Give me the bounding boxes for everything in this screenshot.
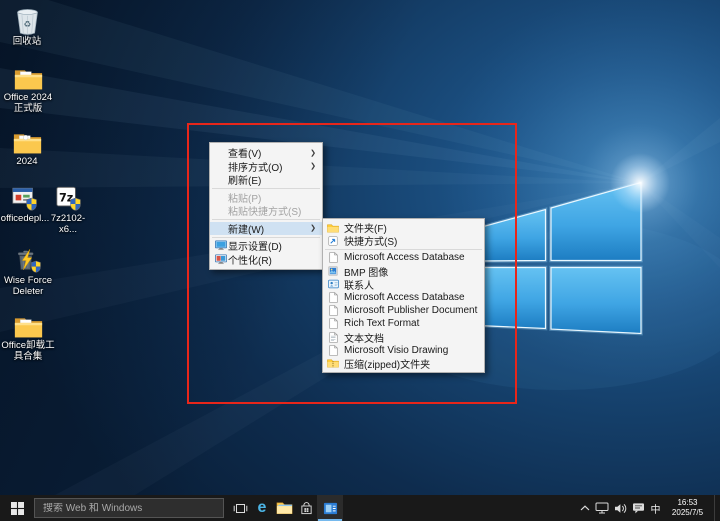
- submenu-item-shortcut[interactable]: 快捷方式(S): [323, 234, 484, 247]
- message-bubble-icon: [632, 502, 645, 514]
- task-view-button[interactable]: [229, 495, 251, 521]
- file-explorer-icon: [276, 501, 293, 515]
- new-submenu: 文件夹(F) 快捷方式(S) Microsoft Access Database…: [322, 218, 485, 373]
- image-icon: [327, 265, 339, 277]
- clock-date: 2025/7/5: [672, 508, 703, 518]
- task-view-icon: [233, 502, 248, 515]
- menu-item-view[interactable]: 查看(V) ❯: [210, 146, 322, 160]
- desktop-icon-officedeployment[interactable]: officedepl...: [1, 183, 49, 225]
- file-explorer-button[interactable]: [273, 495, 295, 521]
- system-tray: 中 16:53 2025/7/5: [577, 495, 720, 521]
- start-button[interactable]: [0, 495, 34, 521]
- submenu-item-contact[interactable]: 联系人: [323, 278, 484, 291]
- speaker-icon: [614, 503, 627, 514]
- edge-icon: e: [258, 500, 267, 516]
- hidden-icons-button[interactable]: [577, 495, 593, 521]
- submenu-item-access-database[interactable]: Microsoft Access Database: [323, 251, 484, 264]
- desktop-icon-2024-folder[interactable]: 2024: [3, 126, 51, 168]
- submenu-item-text-document[interactable]: 文本文档: [323, 331, 484, 344]
- network-button[interactable]: [593, 495, 611, 521]
- menu-item-new[interactable]: 新建(W) ❯: [210, 222, 322, 236]
- store-icon: [300, 502, 313, 515]
- svg-text:♻: ♻: [23, 19, 31, 29]
- menu-item-paste-shortcut[interactable]: 粘贴快捷方式(S): [210, 204, 322, 218]
- submenu-arrow-icon: ❯: [306, 149, 316, 157]
- windows-desktop-screen: ♻ 回收站 Office 2024 正式版 2024 officedepl..: [0, 0, 720, 521]
- submenu-item-zipped-folder[interactable]: 压缩(zipped)文件夹: [323, 357, 484, 370]
- edge-browser-button[interactable]: e: [251, 495, 273, 521]
- installer-app-icon: [11, 183, 39, 212]
- menu-separator: [325, 249, 482, 250]
- taskbar-search-box: [34, 498, 224, 518]
- personalize-icon: [215, 253, 228, 265]
- submenu-item-bmp-image[interactable]: BMP 图像: [323, 265, 484, 278]
- taskbar-clock[interactable]: 16:53 2025/7/5: [664, 495, 711, 521]
- submenu-item-publisher-document[interactable]: Microsoft Publisher Document: [323, 304, 484, 317]
- recycle-bin-icon: ♻: [16, 6, 39, 35]
- desktop-icon-recycle-bin[interactable]: ♻ 回收站: [3, 6, 51, 48]
- zip-folder-icon: [327, 357, 339, 369]
- menu-item-refresh[interactable]: 刷新(E): [210, 173, 322, 187]
- menu-item-sort-by[interactable]: 排序方式(O) ❯: [210, 160, 322, 174]
- submenu-item-rich-text-format[interactable]: Rich Text Format: [323, 317, 484, 330]
- document-icon: [327, 305, 339, 317]
- active-app-button[interactable]: [317, 495, 343, 521]
- ime-indicator[interactable]: 中: [647, 495, 664, 521]
- trash-app-icon: [14, 245, 42, 274]
- desktop-icon-7zip-installer[interactable]: 7z 7z2102-x6...: [45, 183, 91, 236]
- active-app-icon: [323, 501, 338, 516]
- clock-time: 16:53: [677, 498, 697, 508]
- contact-icon: [327, 278, 339, 290]
- menu-item-personalize[interactable]: 个性化(R): [210, 253, 322, 267]
- submenu-item-access-database-2[interactable]: Microsoft Access Database: [323, 291, 484, 304]
- desktop-icon-office-2024-folder[interactable]: Office 2024 正式版: [0, 62, 56, 115]
- search-input[interactable]: [35, 503, 223, 514]
- notification-button[interactable]: [629, 495, 647, 521]
- desktop-icon-wise-force-deleter[interactable]: Wise Force Deleter: [0, 245, 56, 298]
- shortcut-icon: [327, 235, 339, 247]
- network-icon: [595, 502, 609, 514]
- text-document-icon: [327, 331, 339, 343]
- display-settings-icon: [215, 240, 228, 252]
- menu-item-display-settings[interactable]: 显示设置(D): [210, 239, 322, 253]
- taskbar: e: [0, 495, 720, 521]
- document-icon: [327, 292, 339, 304]
- menu-item-paste[interactable]: 粘贴(P): [210, 191, 322, 205]
- folder-icon: [14, 62, 43, 91]
- 7zip-installer-icon: 7z: [54, 183, 82, 212]
- chevron-up-icon: [580, 505, 590, 511]
- show-desktop-button[interactable]: [714, 495, 720, 521]
- desktop-context-menu: 查看(V) ❯ 排序方式(O) ❯ 刷新(E) 粘贴(P) 粘贴快捷方式(S) …: [209, 142, 323, 270]
- windows-logo-icon: [11, 502, 24, 515]
- desktop-icon-office-uninstall-folder[interactable]: Office卸载工具合集: [0, 310, 56, 363]
- submenu-item-visio-drawing[interactable]: Microsoft Visio Drawing: [323, 344, 484, 357]
- document-icon: [327, 318, 339, 330]
- document-icon: [327, 344, 339, 356]
- document-icon: [327, 252, 339, 264]
- submenu-item-folder[interactable]: 文件夹(F): [323, 221, 484, 234]
- volume-button[interactable]: [611, 495, 629, 521]
- folder-icon: [14, 310, 43, 339]
- folder-icon: [327, 222, 339, 234]
- submenu-arrow-icon: ❯: [306, 162, 316, 170]
- submenu-arrow-icon: ❯: [306, 224, 316, 232]
- store-button[interactable]: [295, 495, 317, 521]
- folder-icon: [13, 126, 42, 155]
